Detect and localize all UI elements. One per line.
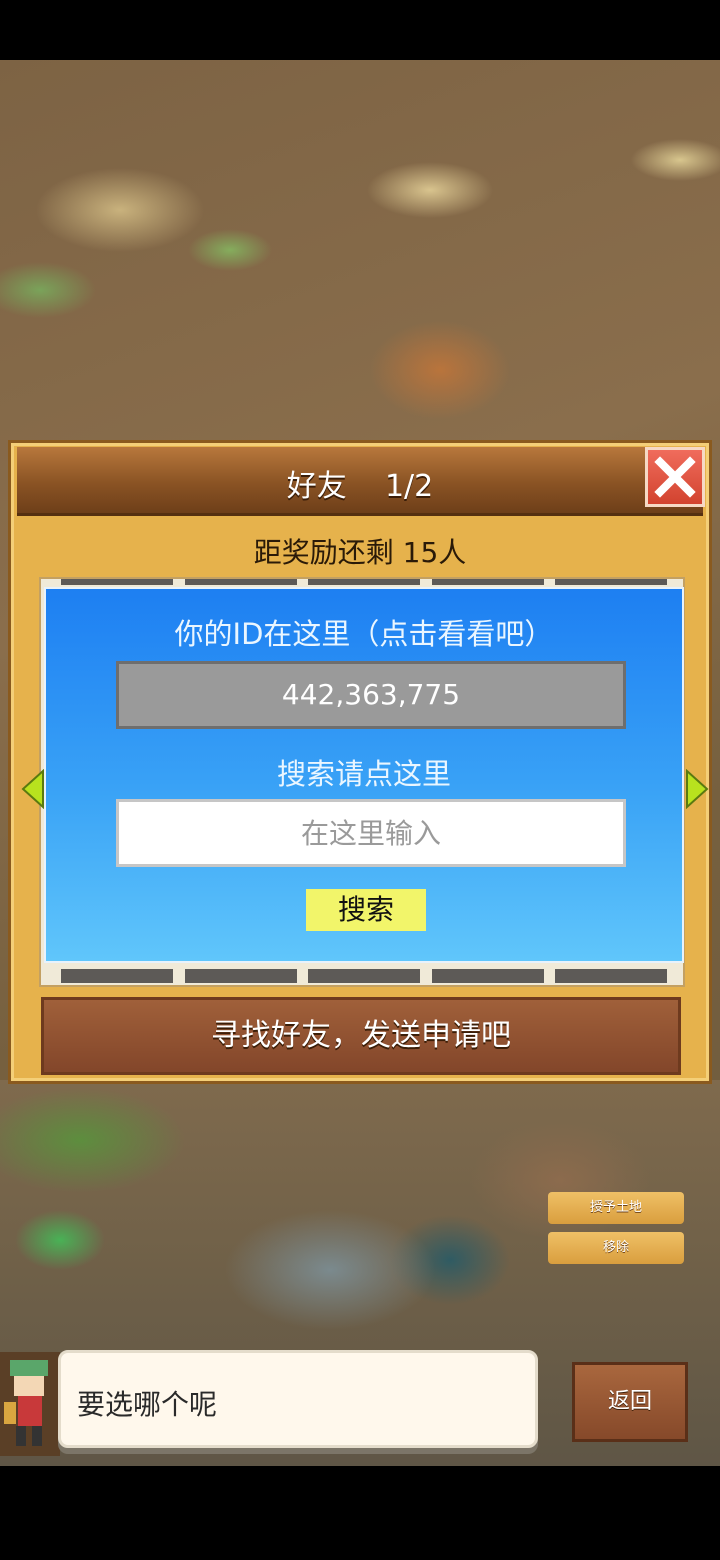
speech-bubble: 要选哪个呢 xyxy=(58,1350,538,1448)
dialog-title-label: 好友 xyxy=(286,469,347,504)
id-label: 你的ID在这里（点击看看吧） xyxy=(174,617,554,651)
character-avatar xyxy=(0,1352,60,1456)
id-search-panel: 你的ID在这里（点击看看吧） 442,363,775 搜索请点这里 搜索 xyxy=(44,587,684,963)
remove-button[interactable]: 移除 xyxy=(548,1232,684,1264)
find-friends-button[interactable]: 寻找好友，发送申请吧 xyxy=(41,997,681,1075)
page-prev-arrow-icon[interactable] xyxy=(21,769,45,809)
frame-ticks-top xyxy=(61,579,667,585)
dialog-title: 好友 1/2 xyxy=(17,461,703,505)
id-panel-frame: 你的ID在这里（点击看看吧） 442,363,775 搜索请点这里 搜索 xyxy=(39,577,685,987)
frame-ticks-bottom xyxy=(61,969,667,983)
close-button[interactable] xyxy=(645,447,705,507)
page-next-arrow-icon[interactable] xyxy=(685,769,709,809)
search-button[interactable]: 搜索 xyxy=(306,889,426,931)
navigation-bar xyxy=(0,1466,720,1560)
dialog-header: 好友 1/2 xyxy=(17,447,703,516)
back-button[interactable]: 返回 xyxy=(572,1362,688,1442)
friends-dialog: 好友 1/2 距奖励还剩 15人 你的ID在这里（点击看看吧） 442,363,… xyxy=(8,440,712,1084)
page-indicator: 1/2 xyxy=(384,469,434,504)
speech-text: 要选哪个呢 xyxy=(77,1388,218,1421)
search-input[interactable] xyxy=(116,799,626,867)
player-id-display[interactable]: 442,363,775 xyxy=(116,661,626,729)
status-bar xyxy=(0,0,720,60)
advisor-character-icon xyxy=(4,1360,48,1446)
search-label: 搜索请点这里 xyxy=(276,757,451,791)
grant-land-button[interactable]: 授予土地 xyxy=(548,1192,684,1224)
close-icon xyxy=(654,456,696,498)
reward-remaining-text: 距奖励还剩 15人 xyxy=(253,536,467,569)
